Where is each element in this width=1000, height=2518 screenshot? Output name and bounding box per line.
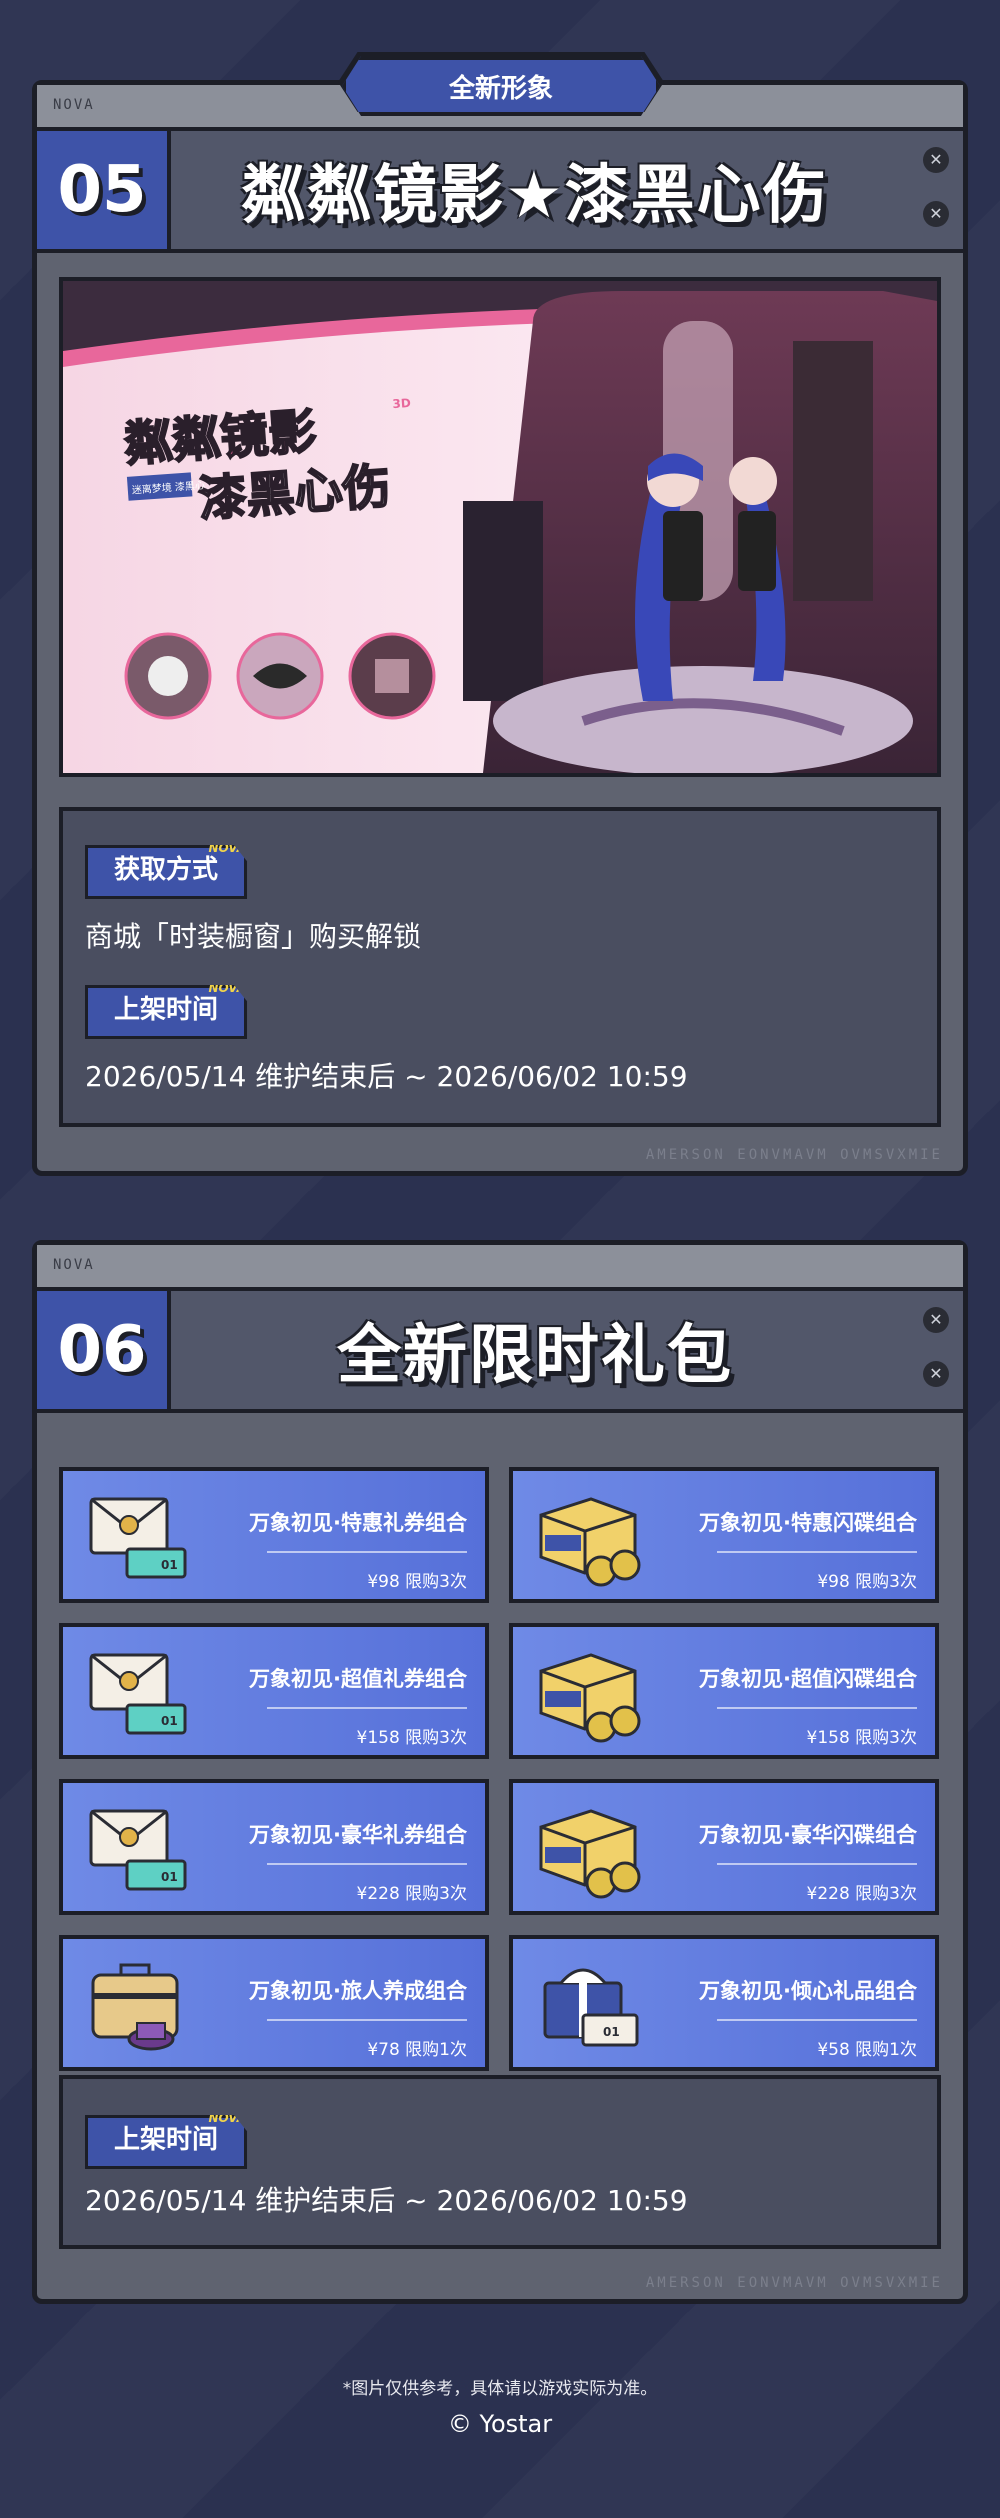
section-title: 粼粼镜影★漆黑心伤 [241, 159, 829, 233]
bundle-price: ¥98 限购3次 [367, 1572, 467, 1592]
panel-footer-deco: AMERSON EONVMAVM OVMSVXMIE [645, 1147, 943, 1163]
suitcase-icon [81, 1953, 199, 2057]
close-icon[interactable]: ✕ [923, 147, 949, 173]
bundle-price: ¥158 限购3次 [806, 1728, 917, 1748]
disclaimer: *图片仅供参考，具体请以游戏实际为准。 [342, 2379, 658, 2399]
box-disc-icon [531, 1485, 649, 1589]
bundle-card[interactable]: 万象初见·特惠闪碟组合 ¥98 限购3次 [509, 1467, 939, 1603]
bundle-name: 万象初见·豪华闪碟组合 [699, 1823, 917, 1847]
panel-topbar: NOVA [37, 1245, 963, 1291]
bundle-price: ¥158 限购3次 [356, 1728, 467, 1748]
bundle-price: ¥228 限购3次 [806, 1884, 917, 1904]
box-disc-icon [531, 1641, 649, 1745]
panel-header: 05 粼粼镜影★漆黑心伤 ✕ ✕ [37, 131, 963, 253]
banner-illustration: 粼粼镜影 漆黑心伤 迷离梦境 漆黑心 3D [63, 281, 937, 773]
bundle-price: ¥58 限购1次 [817, 2040, 917, 2060]
time-label: 上架时间 [114, 995, 219, 1025]
panel-corner-label: NOVA [53, 1257, 95, 1273]
time-label-tag: 上架时间 NOVA [85, 2115, 248, 2169]
outfit-banner-image: 粼粼镜影 漆黑心伤 迷离梦境 漆黑心 3D [59, 277, 941, 777]
divider [267, 1707, 467, 1709]
time-text: 2026/05/14 维护结束后 ~ 2026/06/02 10:59 [85, 1060, 688, 1093]
outfit-info-box: 获取方式 NOVA 商城「时装橱窗」购买解锁 上架时间 NOVA 2026/05… [59, 807, 941, 1127]
bundle-card[interactable]: 01 万象初见·倾心礼品组合 ¥58 限购1次 [509, 1935, 939, 2071]
divider [717, 1863, 917, 1865]
gift-box-icon: 01 [531, 1953, 649, 2057]
bundle-name: 万象初见·豪华礼券组合 [249, 1823, 467, 1847]
bundle-name: 万象初见·超值闪碟组合 [699, 1667, 917, 1691]
copyright: © Yostar [447, 2410, 553, 2438]
section-number: 05 [37, 131, 171, 249]
panel-corner-label: NOVA [53, 97, 95, 113]
time-label-tag: 上架时间 NOVA [85, 985, 248, 1039]
panel-header: 06 全新限时礼包 ✕ ✕ [37, 1291, 963, 1413]
bundle-card[interactable]: 01 万象初见·豪华礼券组合 ¥228 限购3次 [59, 1779, 489, 1915]
method-text: 商城「时装橱窗」购买解锁 [85, 920, 422, 953]
outfit-panel: NOVA 05 粼粼镜影★漆黑心伤 ✕ ✕ 粼粼镜影 漆黑心伤 迷离梦境 漆黑心… [32, 80, 968, 1176]
section-number: 06 [37, 1291, 171, 1409]
bundle-price: ¥228 限购3次 [356, 1884, 467, 1904]
bundle-card[interactable]: 万象初见·超值闪碟组合 ¥158 限购3次 [509, 1623, 939, 1759]
method-label-tag: 获取方式 NOVA [85, 845, 248, 899]
bundle-card[interactable]: 万象初见·旅人养成组合 ¥78 限购1次 [59, 1935, 489, 2071]
divider [717, 2019, 917, 2021]
close-icon[interactable]: ✕ [923, 201, 949, 227]
bundle-card[interactable]: 01 万象初见·超值礼券组合 ¥158 限购3次 [59, 1623, 489, 1759]
box-disc-icon [531, 1797, 649, 1901]
divider [267, 1551, 467, 1553]
time-label: 上架时间 [114, 2125, 219, 2155]
divider [267, 1863, 467, 1865]
divider [267, 2019, 467, 2021]
close-icon[interactable]: ✕ [923, 1307, 949, 1333]
close-icon[interactable]: ✕ [923, 1361, 949, 1387]
divider [717, 1551, 917, 1553]
bundle-price: ¥78 限购1次 [367, 2040, 467, 2060]
envelope-ticket-icon: 01 [81, 1641, 199, 1745]
bundle-name: 万象初见·超值礼券组合 [249, 1667, 467, 1691]
svg-text:01: 01 [161, 1714, 178, 1728]
bundle-price: ¥98 限购3次 [817, 1572, 917, 1592]
envelope-ticket-icon: 01 [81, 1485, 199, 1589]
envelope-ticket-icon: 01 [81, 1797, 199, 1901]
bundle-card[interactable]: 01 万象初见·特惠礼券组合 ¥98 限购3次 [59, 1467, 489, 1603]
label-decoration: NOVA [208, 2111, 247, 2125]
bundle-info-box: 上架时间 NOVA 2026/05/14 维护结束后 ~ 2026/06/02 … [59, 2075, 941, 2249]
bundle-name: 万象初见·旅人养成组合 [249, 1979, 467, 2003]
section-tag: 全新形象 [342, 56, 660, 116]
label-decoration: NOVA [208, 981, 247, 995]
panel-footer-deco: AMERSON EONVMAVM OVMSVXMIE [645, 2275, 943, 2291]
banner-logo-badge: 3D [392, 396, 411, 411]
svg-text:01: 01 [161, 1558, 178, 1572]
bundle-card[interactable]: 万象初见·豪华闪碟组合 ¥228 限购3次 [509, 1779, 939, 1915]
method-label: 获取方式 [114, 855, 219, 885]
svg-text:01: 01 [161, 1870, 178, 1884]
divider [717, 1707, 917, 1709]
label-decoration: NOVA [208, 841, 247, 855]
bundle-name: 万象初见·特惠闪碟组合 [699, 1511, 917, 1535]
time-text: 2026/05/14 维护结束后 ~ 2026/06/02 10:59 [85, 2184, 688, 2217]
section-title: 全新限时礼包 [337, 1319, 733, 1393]
bundle-name: 万象初见·倾心礼品组合 [699, 1979, 917, 2003]
svg-text:01: 01 [603, 2025, 620, 2039]
bundle-name: 万象初见·特惠礼券组合 [249, 1511, 467, 1535]
bundle-panel: NOVA 06 全新限时礼包 ✕ ✕ 01 万象初见·特惠礼券组合 ¥98 限购3次… [32, 1240, 968, 2304]
banner-thumbnails [124, 632, 436, 720]
